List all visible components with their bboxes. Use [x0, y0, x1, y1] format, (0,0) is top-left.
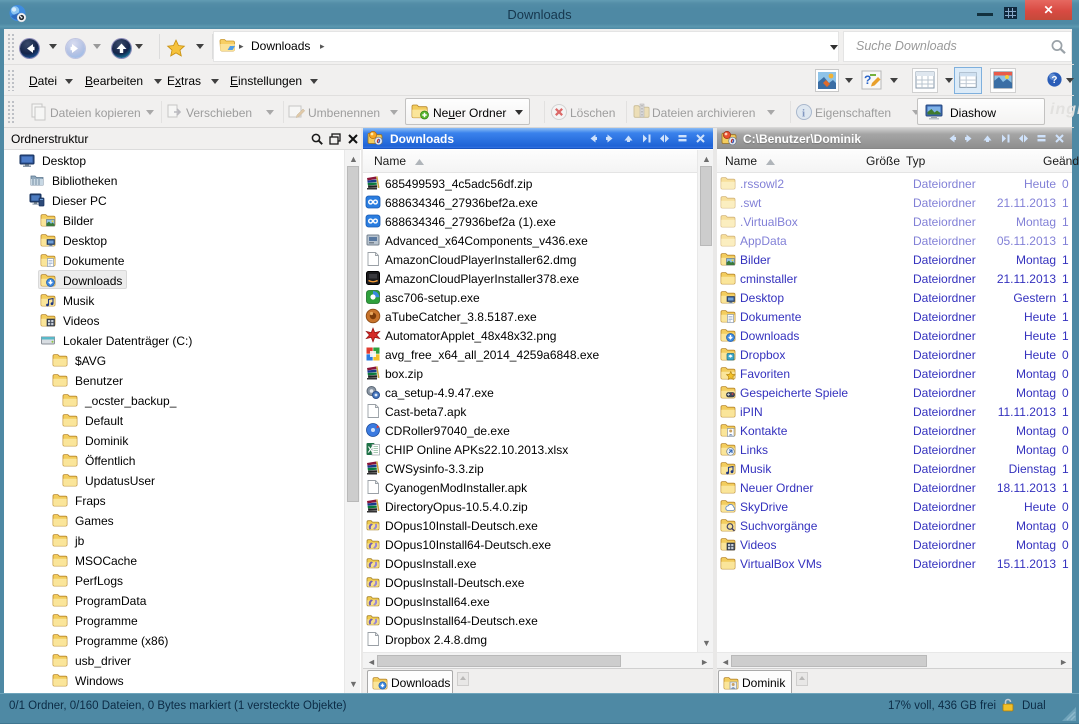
svg-text:i: i — [802, 108, 805, 120]
svg-text:?: ? — [1051, 75, 1057, 86]
svg-text:X: X — [368, 445, 374, 455]
